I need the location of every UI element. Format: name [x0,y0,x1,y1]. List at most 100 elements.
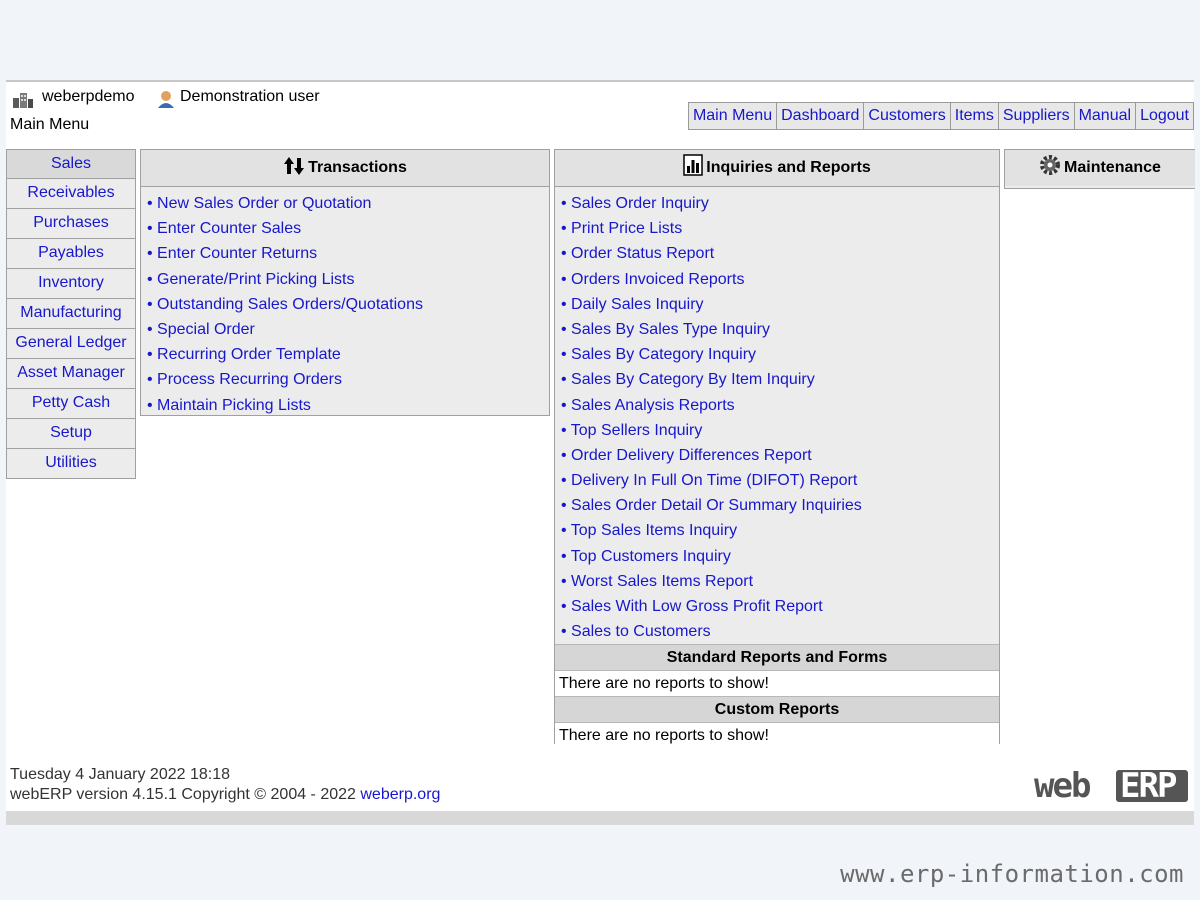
transactions-arrows-icon [284,157,305,175]
link-print-price-lists[interactable]: Print Price Lists [561,220,682,237]
list-item: Delivery In Full On Time (DIFOT) Report [561,468,999,493]
sidebar-item-general-ledger[interactable]: General Ledger [6,329,136,359]
list-item: Sales By Sales Type Inquiry [561,317,999,342]
inquiries-title: Inquiries and Reports [706,159,871,176]
link-sales-to-customers[interactable]: Sales to Customers [561,623,711,640]
module-sidebar: Sales Receivables Purchases Payables Inv… [6,149,136,479]
link-process-recurring[interactable]: Process Recurring Orders [147,371,342,388]
user-name: Demonstration user [180,88,320,105]
reports-chart-icon [683,154,704,176]
standard-reports-empty: There are no reports to show! [555,670,999,697]
sidebar-item-setup[interactable]: Setup [6,419,136,449]
transactions-header: Transactions [141,150,549,187]
list-item: Maintain Picking Lists [147,393,549,418]
link-sales-by-category-item[interactable]: Sales By Category By Item Inquiry [561,371,815,388]
list-item: Sales By Category By Item Inquiry [561,367,999,392]
nav-suppliers[interactable]: Suppliers [997,102,1075,130]
nav-logout[interactable]: Logout [1135,102,1194,130]
sidebar-item-utilities[interactable]: Utilities [6,449,136,479]
link-top-sellers[interactable]: Top Sellers Inquiry [561,422,702,439]
link-special-order[interactable]: Special Order [147,321,255,338]
link-recurring-template[interactable]: Recurring Order Template [147,346,341,363]
list-item: Orders Invoiced Reports [561,267,999,292]
link-sales-by-category[interactable]: Sales By Category Inquiry [561,346,756,363]
company-icon [12,90,34,113]
nav-items[interactable]: Items [949,102,999,130]
sidebar-item-purchases[interactable]: Purchases [6,209,136,239]
list-item: New Sales Order or Quotation [147,191,549,216]
list-item: Sales to Customers [561,619,999,644]
logo-text-web: web [1034,766,1090,804]
sidebar-item-payables[interactable]: Payables [6,239,136,269]
link-order-status-report[interactable]: Order Status Report [561,245,714,262]
custom-reports-empty: There are no reports to show! [555,722,999,749]
list-item: Daily Sales Inquiry [561,292,999,317]
gear-icon [1040,155,1061,175]
link-counter-sales[interactable]: Enter Counter Sales [147,220,301,237]
top-navigation: Main Menu Dashboard Customers Items Supp… [687,102,1194,130]
list-item: Top Sales Items Inquiry [561,518,999,543]
sidebar-item-sales[interactable]: Sales [6,149,136,179]
transactions-panel: Transactions New Sales Order or Quotatio… [140,149,550,416]
weberp-logo: web ERP [1032,766,1190,809]
link-top-customers[interactable]: Top Customers Inquiry [561,548,731,565]
sidebar-item-asset-manager[interactable]: Asset Manager [6,359,136,389]
link-delivery-differences[interactable]: Order Delivery Differences Report [561,447,812,464]
link-low-gross-profit[interactable]: Sales With Low Gross Profit Report [561,598,823,615]
watermark: www.erp-information.com [840,860,1184,888]
nav-customers[interactable]: Customers [863,102,951,130]
inquiries-panel: Inquiries and Reports Sales Order Inquir… [554,149,1000,749]
nav-main-menu[interactable]: Main Menu [687,102,778,130]
link-outstanding-orders[interactable]: Outstanding Sales Orders/Quotations [147,296,423,313]
logo-text-erp: ERP [1120,766,1177,804]
list-item: Sales By Category Inquiry [561,342,999,367]
link-sales-analysis[interactable]: Sales Analysis Reports [561,397,735,414]
list-item: Process Recurring Orders [147,367,549,392]
weberp-link[interactable]: weberp.org [360,786,440,803]
custom-reports-header: Custom Reports [555,696,999,723]
footer-copyright: webERP version 4.15.1 Copyright © 2004 -… [10,786,440,804]
footer-band [6,811,1194,825]
link-new-sales-order[interactable]: New Sales Order or Quotation [147,195,371,212]
standard-reports-header: Standard Reports and Forms [555,644,999,671]
sidebar-item-manufacturing[interactable]: Manufacturing [6,299,136,329]
link-top-sales-items[interactable]: Top Sales Items Inquiry [561,522,737,539]
copyright-text: webERP version 4.15.1 Copyright © 2004 -… [10,786,361,803]
link-difot-report[interactable]: Delivery In Full On Time (DIFOT) Report [561,472,857,489]
nav-manual[interactable]: Manual [1073,102,1137,130]
company-name: weberpdemo [42,88,135,105]
link-sales-order-inquiry[interactable]: Sales Order Inquiry [561,195,709,212]
link-daily-sales[interactable]: Daily Sales Inquiry [561,296,704,313]
inquiries-list: Sales Order Inquiry Print Price Lists Or… [555,187,999,644]
list-item: Sales With Low Gross Profit Report [561,594,999,619]
sidebar-item-inventory[interactable]: Inventory [6,269,136,299]
link-picking-lists[interactable]: Generate/Print Picking Lists [147,271,354,288]
list-item: Recurring Order Template [147,342,549,367]
list-item: Order Status Report [561,241,999,266]
link-counter-returns[interactable]: Enter Counter Returns [147,245,317,262]
maintenance-panel: Maintenance [1004,149,1195,189]
link-order-detail-summary[interactable]: Sales Order Detail Or Summary Inquiries [561,497,862,514]
link-orders-invoiced[interactable]: Orders Invoiced Reports [561,271,744,288]
list-item: Top Customers Inquiry [561,544,999,569]
list-item: Generate/Print Picking Lists [147,267,549,292]
nav-dashboard[interactable]: Dashboard [776,102,865,130]
list-item: Sales Order Inquiry [561,191,999,216]
list-item: Sales Order Detail Or Summary Inquiries [561,493,999,518]
transactions-list: New Sales Order or Quotation Enter Count… [141,187,549,418]
list-item: Sales Analysis Reports [561,393,999,418]
list-item: Outstanding Sales Orders/Quotations [147,292,549,317]
maintenance-header: Maintenance [1005,150,1195,186]
sidebar-item-petty-cash[interactable]: Petty Cash [6,389,136,419]
maintenance-title: Maintenance [1064,159,1161,176]
list-item: Worst Sales Items Report [561,569,999,594]
list-item: Special Order [147,317,549,342]
list-item: Top Sellers Inquiry [561,418,999,443]
footer-datetime: Tuesday 4 January 2022 18:18 [10,766,231,783]
sidebar-item-receivables[interactable]: Receivables [6,179,136,209]
link-maintain-picking[interactable]: Maintain Picking Lists [147,397,311,414]
inquiries-header: Inquiries and Reports [555,150,999,187]
link-sales-by-type[interactable]: Sales By Sales Type Inquiry [561,321,770,338]
app-frame: weberpdemo Demonstration user Main Menu … [6,80,1195,825]
link-worst-sales-items[interactable]: Worst Sales Items Report [561,573,753,590]
